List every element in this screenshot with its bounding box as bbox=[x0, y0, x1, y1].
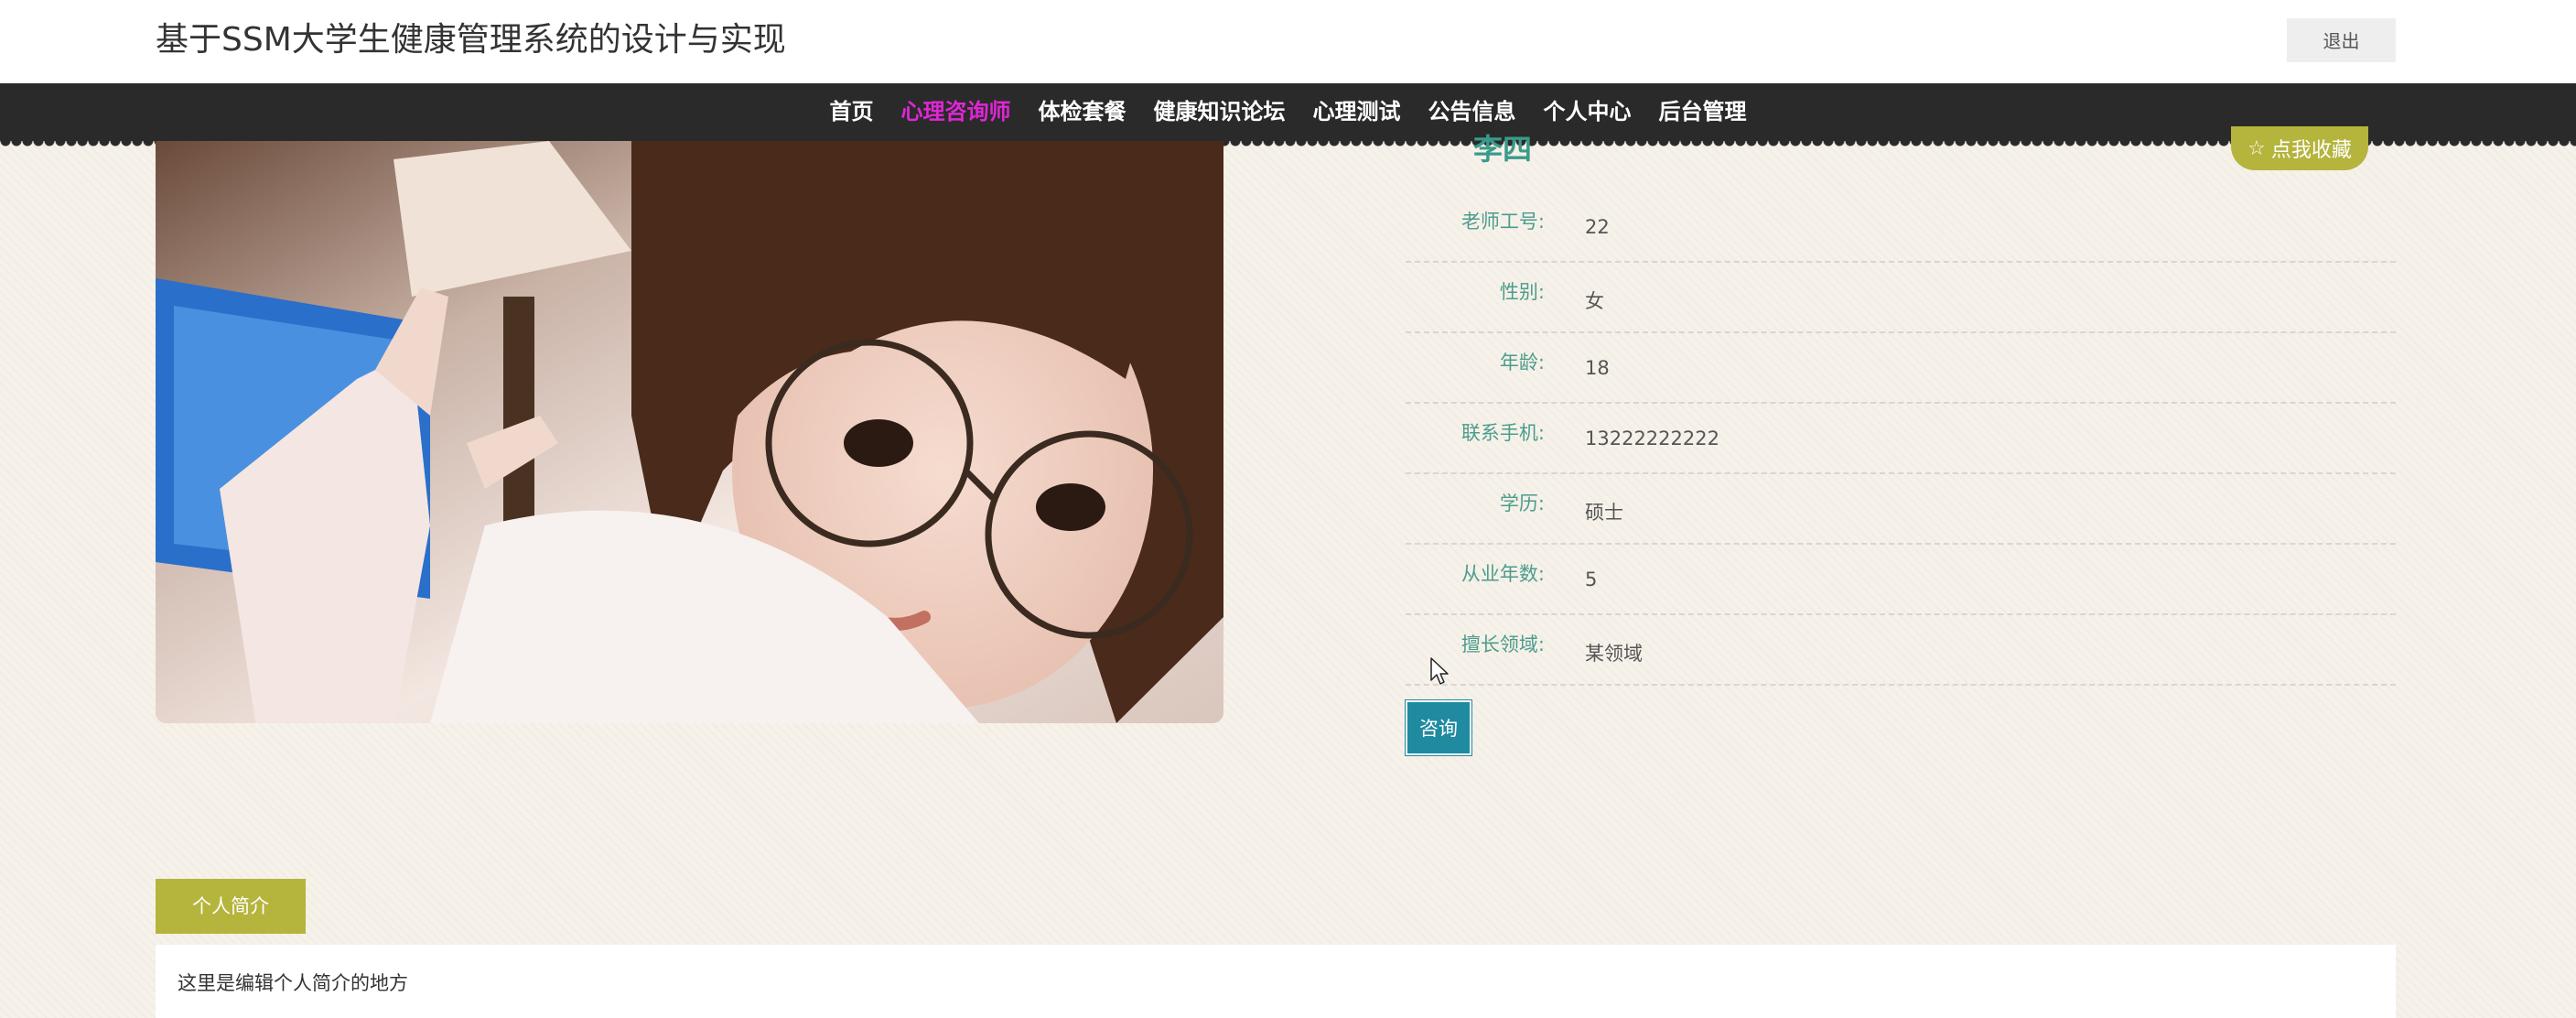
info-label: 联系手机: bbox=[1460, 421, 1545, 444]
nav-item-checkup-packages[interactable]: 体检套餐 bbox=[1025, 83, 1140, 141]
info-value: 硕士 bbox=[1585, 502, 1623, 524]
main-nav: 首页 心理咨询师 体检套餐 健康知识论坛 心理测试 公告信息 个人中心 后台管理 bbox=[0, 83, 2576, 146]
nav-item-health-forum[interactable]: 健康知识论坛 bbox=[1140, 83, 1299, 141]
info-value: 22 bbox=[1585, 216, 1610, 238]
logout-button[interactable]: 退出 bbox=[2287, 18, 2396, 62]
counselor-photo bbox=[156, 141, 1223, 723]
info-row-education: 学历: 硕士 bbox=[1406, 474, 2396, 545]
info-label: 性别: bbox=[1499, 280, 1545, 303]
intro-text: 这里是编辑个人简介的地方 bbox=[178, 972, 408, 994]
info-label: 学历: bbox=[1499, 492, 1545, 514]
info-row-phone: 联系手机: 13222222222 bbox=[1406, 404, 2396, 474]
info-value: 女 bbox=[1585, 290, 1604, 312]
info-row-teacher-id: 老师工号: 22 bbox=[1406, 192, 2396, 263]
info-value: 5 bbox=[1585, 569, 1598, 590]
nav-item-psych-test[interactable]: 心理测试 bbox=[1299, 83, 1415, 141]
info-label: 年龄: bbox=[1499, 351, 1545, 374]
counselor-info-table: 老师工号: 22 性别: 女 年龄: 18 联系手机: 13222222222 … bbox=[1406, 192, 2396, 686]
nav-item-counselors[interactable]: 心理咨询师 bbox=[888, 83, 1025, 141]
info-label: 从业年数: bbox=[1460, 562, 1545, 585]
site-title: 基于SSM大学生健康管理系统的设计与实现 bbox=[156, 21, 786, 59]
favorite-button-label: 点我收藏 bbox=[2270, 139, 2352, 162]
info-label: 老师工号: bbox=[1460, 210, 1545, 233]
info-row-specialty: 擅长领域: 某领域 bbox=[1406, 615, 2396, 686]
top-header: 基于SSM大学生健康管理系统的设计与实现 退出 bbox=[0, 0, 2576, 83]
info-value: 13222222222 bbox=[1585, 428, 1719, 449]
counselor-photo-illustration bbox=[156, 141, 1223, 723]
info-value: 18 bbox=[1585, 357, 1610, 379]
nav-item-personal-center[interactable]: 个人中心 bbox=[1530, 83, 1645, 141]
info-label: 擅长领域: bbox=[1460, 633, 1545, 655]
consult-button[interactable]: 咨询 bbox=[1406, 700, 1471, 755]
star-icon: ☆ bbox=[2247, 136, 2266, 160]
tab-personal-intro[interactable]: 个人简介 bbox=[156, 879, 306, 934]
favorite-button[interactable]: ☆ 点我收藏 bbox=[2231, 126, 2368, 170]
info-row-age: 年龄: 18 bbox=[1406, 333, 2396, 404]
info-row-gender: 性别: 女 bbox=[1406, 263, 2396, 333]
mouse-pointer-icon bbox=[1430, 657, 1449, 685]
info-row-years-experience: 从业年数: 5 bbox=[1406, 545, 2396, 615]
intro-panel: 这里是编辑个人简介的地方 bbox=[156, 945, 2396, 1018]
nav-item-admin[interactable]: 后台管理 bbox=[1645, 83, 1761, 141]
info-value: 某领域 bbox=[1585, 643, 1643, 665]
nav-item-home[interactable]: 首页 bbox=[816, 83, 888, 141]
counselor-name: 李四 bbox=[1473, 132, 1533, 167]
